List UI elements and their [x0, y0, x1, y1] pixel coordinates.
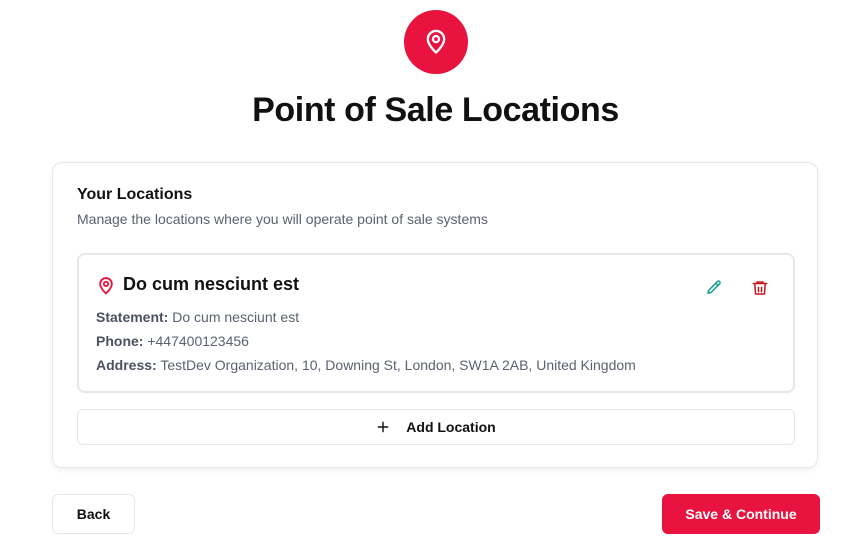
phone-value: +447400123456 — [147, 333, 249, 349]
map-pin-icon — [99, 277, 113, 295]
add-location-label: Add Location — [406, 419, 496, 435]
save-continue-button[interactable]: Save & Continue — [662, 494, 820, 534]
location-statement: Statement: Do cum nesciunt est — [96, 309, 299, 325]
card-title: Your Locations — [77, 186, 193, 203]
back-button[interactable]: Back — [52, 494, 135, 534]
card-subtitle: Manage the locations where you will oper… — [77, 211, 488, 227]
edit-location-button[interactable] — [705, 279, 725, 299]
map-pin-icon — [426, 29, 446, 54]
phone-label: Phone: — [96, 333, 144, 349]
map-pin-badge — [404, 10, 468, 74]
statement-label: Statement: — [96, 309, 169, 325]
page-title: Point of Sale Locations — [252, 91, 619, 129]
location-item: Do cum nesciunt est Statement: Do cum ne… — [77, 253, 795, 393]
address-label: Address: — [96, 357, 157, 373]
pencil-icon — [707, 280, 721, 294]
trash-icon — [752, 281, 768, 295]
statement-value: Do cum nesciunt est — [172, 309, 300, 325]
add-location-button[interactable]: Add Location — [77, 409, 795, 445]
address-value: TestDev Organization, 10, Downing St, Lo… — [160, 357, 636, 373]
locations-card: Your Locations Manage the locations wher… — [52, 162, 818, 468]
page: Point of Sale Locations Your Locations M… — [0, 0, 865, 551]
location-name: Do cum nesciunt est — [123, 274, 300, 294]
location-phone: Phone: +447400123456 — [96, 333, 249, 349]
location-address: Address: TestDev Organization, 10, Downi… — [96, 357, 636, 373]
plus-icon — [376, 420, 390, 434]
delete-location-button[interactable] — [751, 279, 771, 299]
